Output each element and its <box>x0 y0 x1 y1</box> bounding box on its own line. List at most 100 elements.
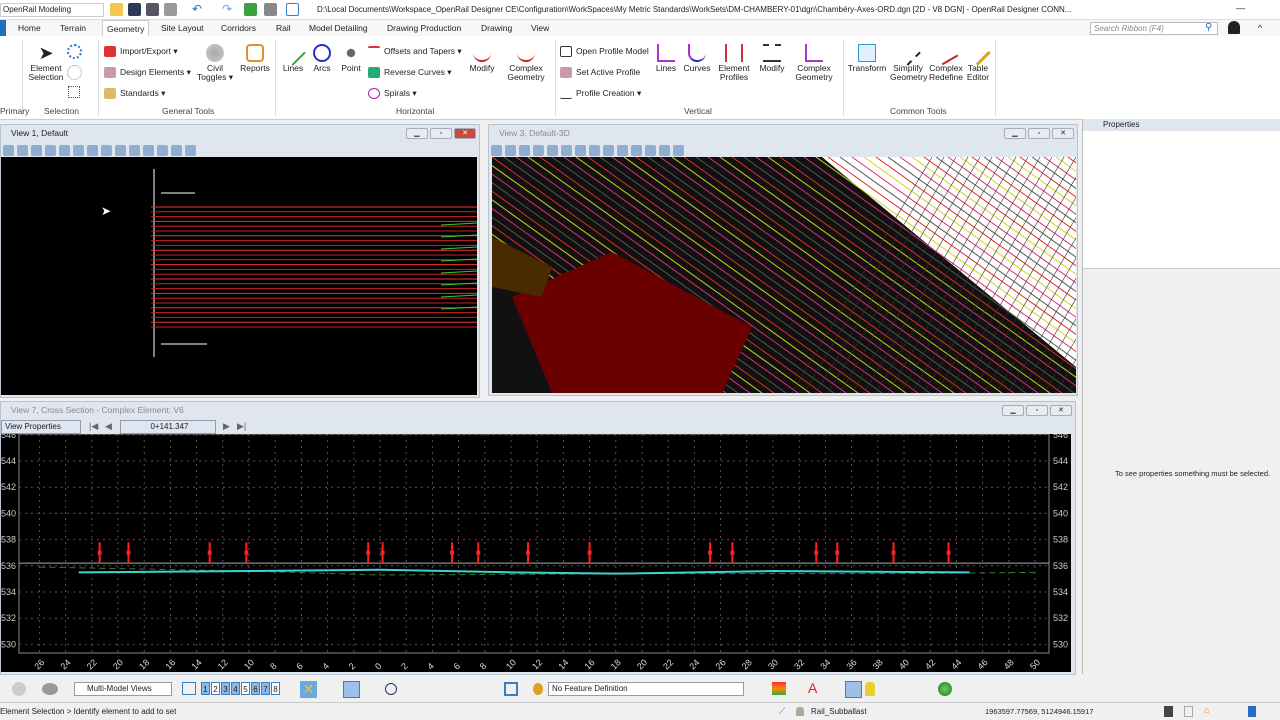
last-station-button[interactable]: ▶| <box>237 421 246 432</box>
select-circle-icon[interactable] <box>67 44 82 59</box>
profile-creation-button[interactable]: Profile Creation ▾ <box>560 88 641 100</box>
lock-status-icon[interactable] <box>796 707 804 716</box>
first-station-button[interactable]: |◀ <box>89 421 98 432</box>
spirals-button[interactable]: Spirals ▾ <box>368 88 417 100</box>
element-selection-button[interactable]: ➤ Element Selection <box>28 44 64 82</box>
table-editor-button[interactable]: Table Editor <box>964 40 992 82</box>
active-level[interactable]: Rail_Subballast <box>811 707 867 716</box>
close-button[interactable]: ✕ <box>1050 405 1072 416</box>
tab-model-detailing[interactable]: Model Detailing <box>309 23 368 33</box>
minimize-button[interactable]: ▁ <box>1004 128 1026 139</box>
tab-view[interactable]: View <box>531 23 549 33</box>
point-button[interactable]: Point <box>338 44 364 73</box>
view-group-dropdown[interactable]: Multi-Model Views <box>74 682 172 696</box>
cross-section-canvas[interactable]: 546 546 544 544 542 542 540 540 538 538 536 536 534 5… <box>1 430 1071 672</box>
transform-button[interactable]: Transform <box>846 44 888 73</box>
simplify-geometry-button[interactable]: Simplify Geometry <box>890 40 927 82</box>
undo-icon[interactable]: ↶ <box>192 3 205 16</box>
maximize-button[interactable]: ▫ <box>1028 128 1050 139</box>
complex-redefine-button[interactable]: Complex Redefine <box>928 40 964 82</box>
offsets-tapers-button[interactable]: Offsets and Tapers ▾ <box>368 46 462 57</box>
view-tool-icon[interactable] <box>59 145 70 156</box>
tab-drawing[interactable]: Drawing <box>481 23 512 33</box>
fence-icon[interactable] <box>504 682 518 696</box>
save-settings-icon[interactable] <box>146 3 159 16</box>
tab-site-layout[interactable]: Site Layout <box>161 23 204 33</box>
view-tool-icon[interactable] <box>17 145 28 156</box>
feature-definition-dropdown[interactable]: No Feature Definition <box>548 682 744 696</box>
view-tool-icon[interactable] <box>561 145 572 156</box>
view-tool-icon[interactable] <box>73 145 84 156</box>
view-groups-icon[interactable] <box>182 682 196 695</box>
view-tool-icon[interactable] <box>129 145 140 156</box>
view-tool-icon[interactable] <box>673 145 684 156</box>
view-number-5[interactable]: 5 <box>241 682 250 695</box>
select-shape-icon[interactable] <box>67 65 82 80</box>
vertical-lines-button[interactable]: Lines <box>652 44 680 73</box>
view-tool-icon[interactable] <box>505 145 516 156</box>
lines-button[interactable]: Lines <box>280 40 306 73</box>
open-icon[interactable] <box>110 3 123 16</box>
pin-icon[interactable] <box>244 3 257 16</box>
tab-rail[interactable]: Rail <box>276 23 291 33</box>
globe-icon[interactable] <box>938 682 952 696</box>
tab-drawing-production[interactable]: Drawing Production <box>387 23 461 33</box>
view-tool-icon[interactable] <box>115 145 126 156</box>
reverse-curves-button[interactable]: Reverse Curves ▾ <box>368 67 452 79</box>
curves-button[interactable]: Curves <box>682 44 712 73</box>
clear-selection-icon[interactable]: ✕ <box>300 681 317 698</box>
view-number-7[interactable]: 7 <box>261 682 270 695</box>
view-number-2[interactable]: 2 <box>211 682 220 695</box>
view-number-4[interactable]: 4 <box>231 682 240 695</box>
view-tool-icon[interactable] <box>491 145 502 156</box>
collapse-ribbon-icon[interactable]: ^ <box>1258 23 1262 33</box>
view-tool-icon[interactable] <box>519 145 530 156</box>
workspace-dropdown[interactable]: OpenRail Modeling <box>0 3 104 17</box>
properties-icon[interactable] <box>164 3 177 16</box>
tab-home[interactable]: Home <box>18 23 41 33</box>
save-status-icon[interactable] <box>1164 706 1173 717</box>
tab-geometry[interactable]: Geometry <box>102 20 150 37</box>
terrain-icon[interactable] <box>772 682 786 695</box>
view-number-6[interactable]: 6 <box>251 682 260 695</box>
snap-center-icon[interactable] <box>385 683 397 695</box>
minimize-button[interactable]: ▁ <box>1002 405 1024 416</box>
text-icon[interactable]: A <box>808 680 817 696</box>
search-icon[interactable]: ⚲ <box>1205 22 1212 33</box>
save-icon[interactable] <box>128 3 141 16</box>
feature-icon[interactable] <box>533 683 543 695</box>
design-elements-button[interactable]: Design Elements ▾ <box>104 67 191 79</box>
tab-terrain[interactable]: Terrain <box>60 23 86 33</box>
horizontal-modify-button[interactable]: Modify <box>466 44 498 73</box>
maximize-button[interactable]: ▫ <box>1026 405 1048 416</box>
view-tool-icon[interactable] <box>185 145 196 156</box>
view-properties-dropdown[interactable]: View Properties <box>1 420 81 434</box>
vertical-complex-geometry-button[interactable]: Complex Geometry <box>790 44 838 82</box>
view-tool-icon[interactable] <box>157 145 168 156</box>
view-tool-icon[interactable] <box>87 145 98 156</box>
arcs-button[interactable]: Arcs <box>310 44 334 73</box>
snap-status-icon[interactable]: ⟋ <box>779 706 785 717</box>
set-active-profile-button[interactable]: Set Active Profile <box>560 67 640 79</box>
previous-station-button[interactable]: ◀ <box>105 421 112 432</box>
view-tool-icon[interactable] <box>171 145 182 156</box>
view-number-1[interactable]: 1 <box>201 682 210 695</box>
view-1-canvas[interactable]: ➤ <box>1 157 478 395</box>
navigate-icon[interactable] <box>12 682 26 696</box>
next-station-button[interactable]: ▶ <box>223 421 230 432</box>
view-tool-icon[interactable] <box>45 145 56 156</box>
minimize-icon[interactable]: — <box>1236 3 1245 13</box>
import-export-button[interactable]: Import/Export ▾ <box>104 46 178 58</box>
civil-toggles-button[interactable]: Civil Toggles ▾ <box>196 44 234 82</box>
view-number-3[interactable]: 3 <box>221 682 230 695</box>
minimize-button[interactable]: ▁ <box>406 128 428 139</box>
view-tool-icon[interactable] <box>533 145 544 156</box>
view-number-8[interactable]: 8 <box>271 682 280 695</box>
search-ribbon-input[interactable]: Search Ribbon (F4) <box>1090 22 1218 35</box>
redo-icon[interactable]: ↷ <box>222 3 235 16</box>
tab-corridors[interactable]: Corridors <box>221 23 256 33</box>
view-tool-icon[interactable] <box>31 145 42 156</box>
model-icon[interactable] <box>42 683 58 695</box>
view-tool-icon[interactable] <box>659 145 670 156</box>
file-tab[interactable] <box>0 20 6 36</box>
